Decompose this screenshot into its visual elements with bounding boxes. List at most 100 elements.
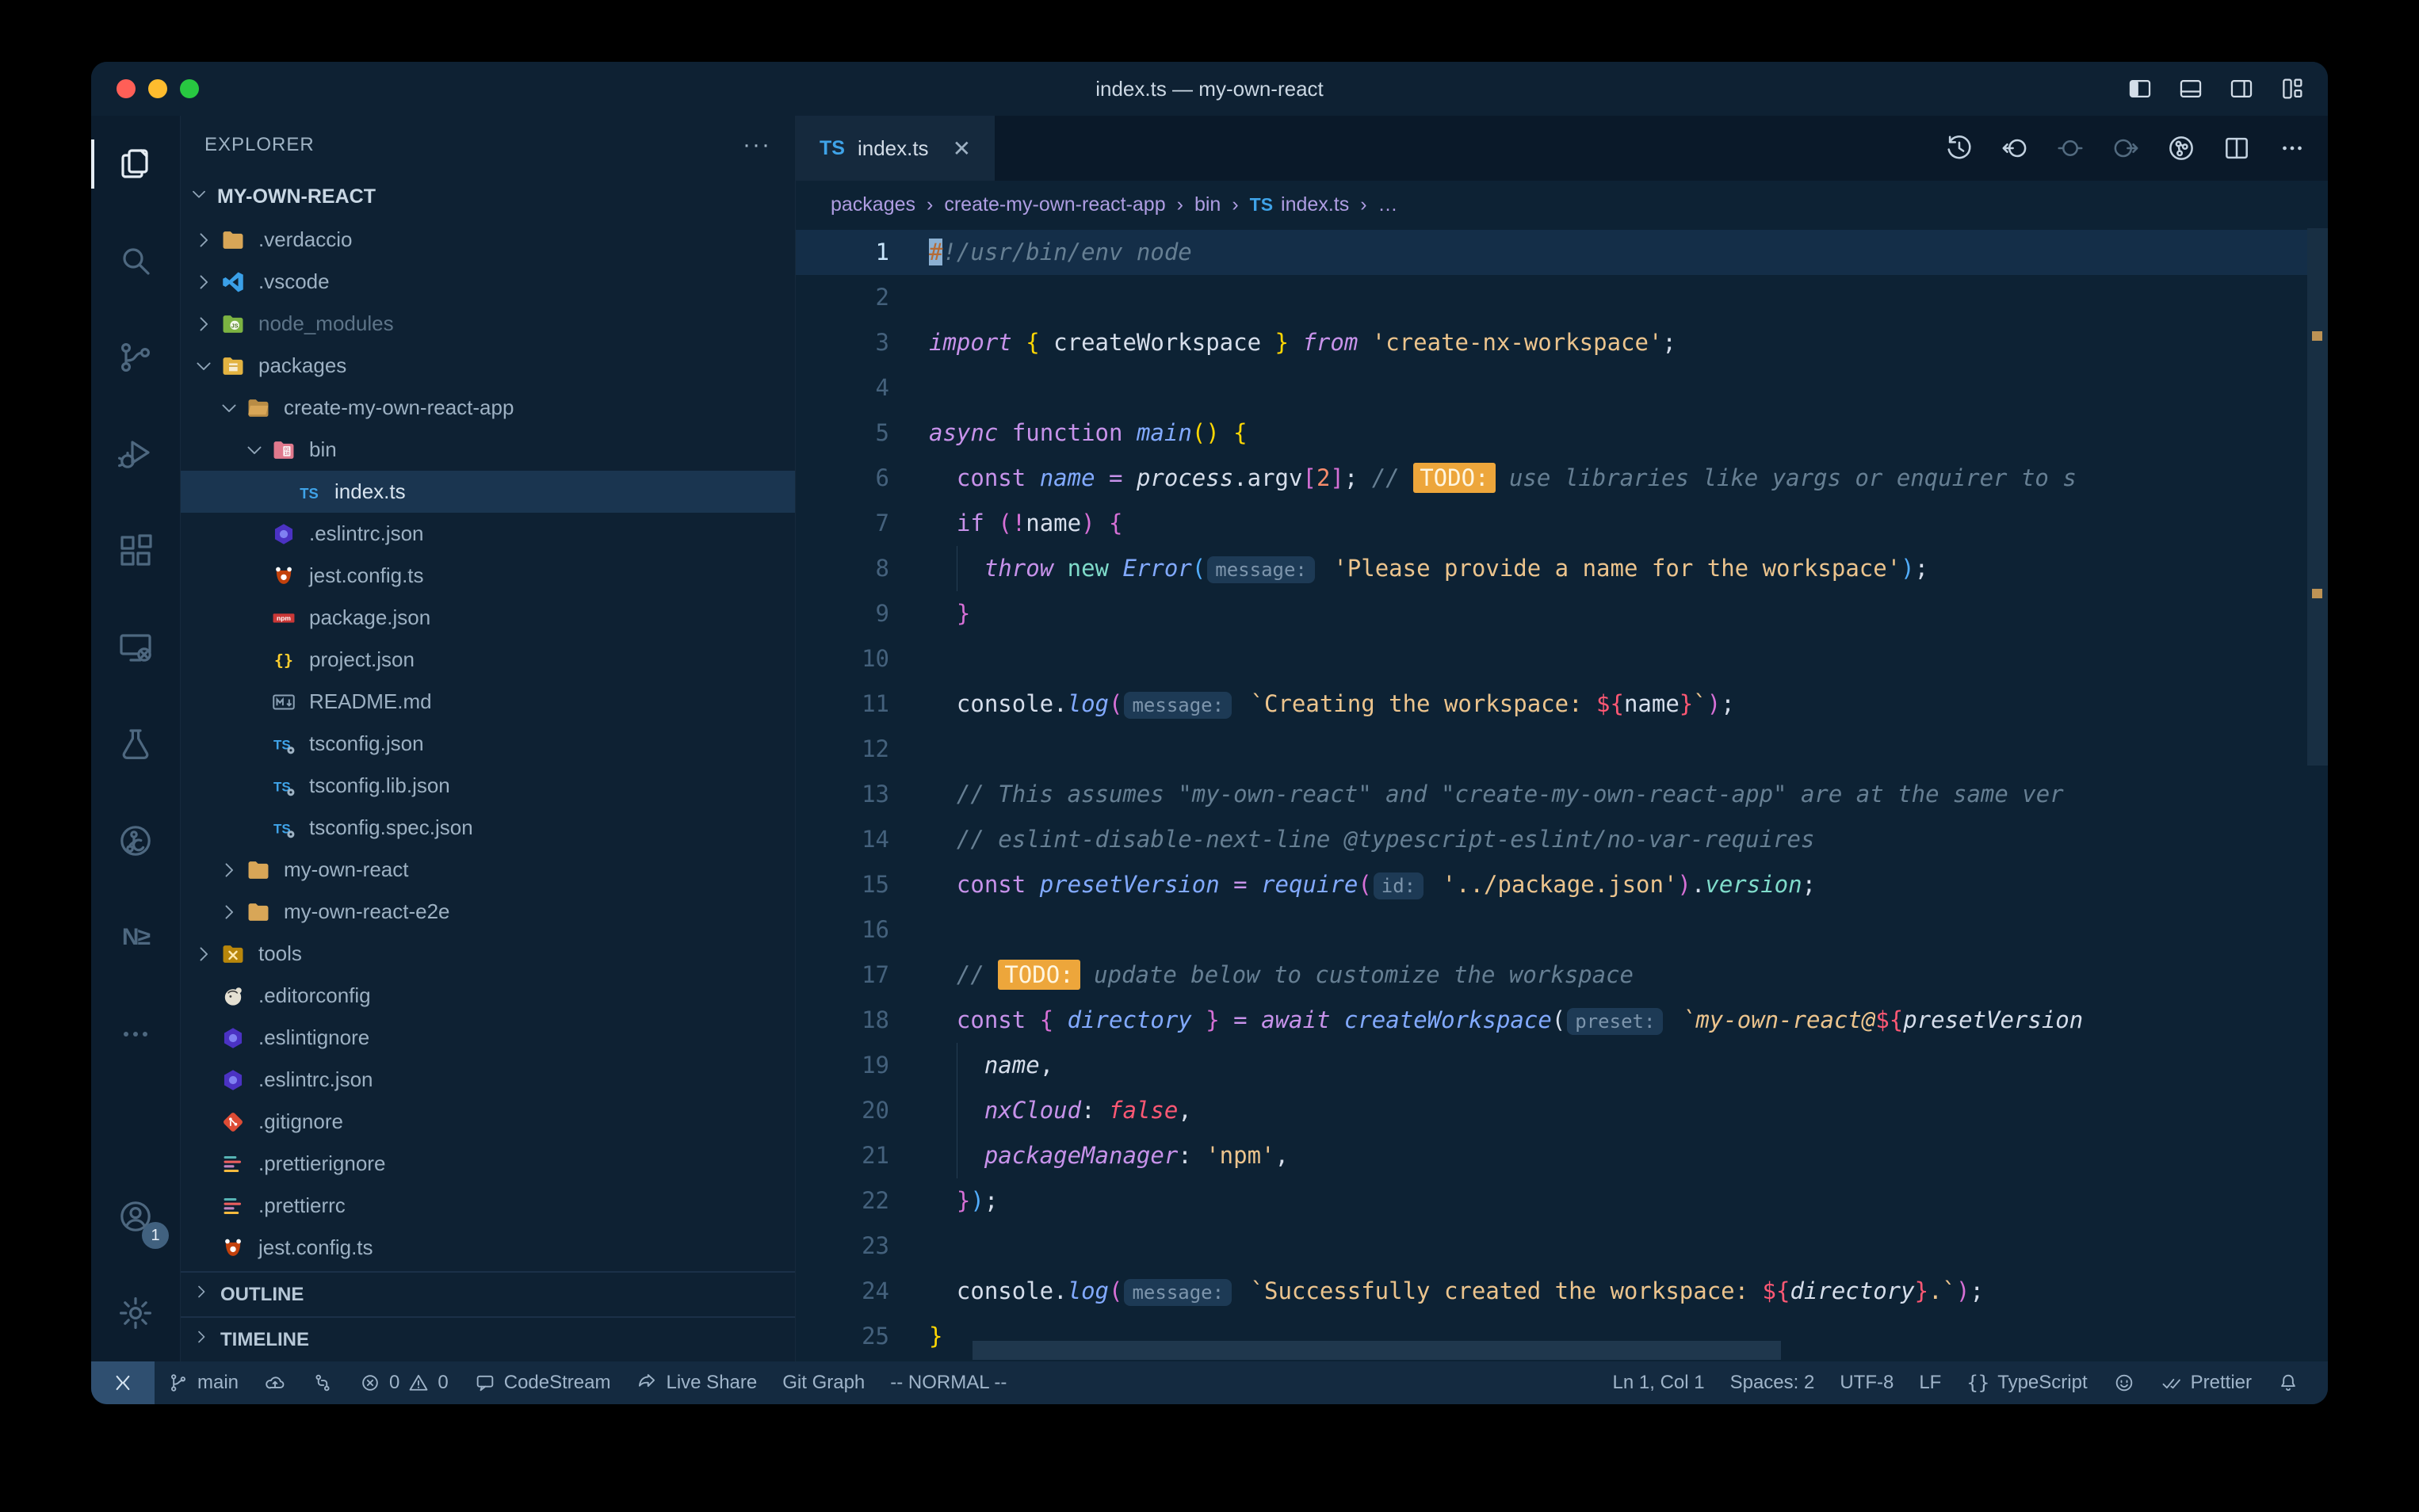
code-line-7[interactable]: 7 if (!name) { [796,501,2307,546]
extensions-icon[interactable] [91,502,180,599]
code-line-23[interactable]: 23 [796,1224,2307,1269]
problems-status[interactable]: 00 [359,1372,449,1394]
tree-item--prettierrc[interactable]: .prettierrc [181,1185,795,1227]
sidebar-section-timeline[interactable]: TIMELINE [181,1316,795,1361]
tree-item--eslintrc-json[interactable]: .eslintrc.json [181,513,795,555]
tree-item-tsconfig-lib-json[interactable]: TStsconfig.lib.json [181,765,795,807]
code-line-18[interactable]: 18 const { directory } = await createWor… [796,998,2307,1043]
close-tab-icon[interactable]: ✕ [953,136,971,162]
chevron-down-icon[interactable] [189,355,219,377]
vertical-scrollbar[interactable] [2307,228,2328,766]
code-line-22[interactable]: 22 }); [796,1178,2307,1224]
code-line-10[interactable]: 10 [796,636,2307,682]
tree-item--gitignore[interactable]: .gitignore [181,1101,795,1143]
customize-layout-icon[interactable] [2279,75,2306,102]
tree-item--vscode[interactable]: .vscode [181,261,795,303]
code-line-3[interactable]: 3import { createWorkspace } from 'create… [796,320,2307,365]
code-line-17[interactable]: 17 // TODO: update below to customize th… [796,953,2307,998]
accounts-icon[interactable]: 1 [91,1168,180,1265]
explorer-more-actions-icon[interactable]: ··· [743,132,771,158]
breadcrumb-item[interactable]: bin [1194,193,1221,216]
code-line-15[interactable]: 15 const presetVersion = require(id: '..… [796,862,2307,907]
tree-item-my-own-react[interactable]: my-own-react [181,849,795,891]
chevron-right-icon[interactable] [214,859,244,881]
tree-item-my-own-react-e2e[interactable]: my-own-react-e2e [181,891,795,933]
close-window-button[interactable] [117,79,136,98]
workspace-section-header[interactable]: MY-OWN-REACT [181,174,795,219]
prettier-status[interactable]: Prettier [2161,1372,2252,1394]
code-line-11[interactable]: 11 console.log(message: `Creating the wo… [796,682,2307,727]
code-line-13[interactable]: 13 // This assumes "my-own-react" and "c… [796,772,2307,817]
breadcrumb-item[interactable]: create-my-own-react-app [944,193,1165,216]
tree-item-node-modules[interactable]: JSnode_modules [181,303,795,345]
code-line-24[interactable]: 24 console.log(message: `Successfully cr… [796,1269,2307,1314]
language-status[interactable]: {}TypeScript [1966,1372,2087,1394]
remote-indicator[interactable] [91,1361,155,1404]
cursor-position-status[interactable]: Ln 1, Col 1 [1613,1372,1705,1394]
search-icon[interactable] [91,212,180,309]
tree-item-create-my-own-react-app[interactable]: create-my-own-react-app [181,387,795,429]
notifications-bell[interactable] [2277,1372,2299,1394]
testing-icon[interactable] [91,696,180,792]
nav-forward-icon[interactable] [2111,133,2141,163]
tree-item-project-json[interactable]: {}project.json [181,639,795,681]
zoom-window-button[interactable] [180,79,199,98]
chevron-right-icon[interactable] [189,271,219,293]
timeline-history-icon[interactable] [1944,133,1974,163]
sync-status[interactable] [311,1372,334,1394]
nav-back-icon[interactable] [2000,133,2030,163]
minimize-window-button[interactable] [148,79,167,98]
toggle-secondary-sidebar-icon[interactable] [2228,75,2255,102]
tree-item--editorconfig[interactable]: .editorconfig [181,975,795,1017]
more-views-icon[interactable] [91,986,180,1082]
tree-item-tsconfig-spec-json[interactable]: TStsconfig.spec.json [181,807,795,849]
publish-status[interactable] [264,1372,286,1394]
chevron-down-icon[interactable] [214,397,244,419]
tab-index-ts[interactable]: TS index.ts ✕ [796,116,995,181]
feedback-smiley-status[interactable] [2113,1372,2135,1394]
source-control-icon[interactable] [91,309,180,406]
toggle-sidebar-icon[interactable] [2127,75,2153,102]
tree-item-readme-md[interactable]: README.md [181,681,795,723]
code-line-12[interactable]: 12 [796,727,2307,772]
live-share-status[interactable]: Live Share [636,1372,757,1394]
code-line-1[interactable]: 1#!/usr/bin/env node [796,230,2307,275]
code-line-4[interactable]: 4 [796,365,2307,410]
code-editor[interactable]: 1#!/usr/bin/env node23import { createWor… [796,228,2328,1361]
breadcrumb-item[interactable]: packages [831,193,915,216]
tree-item-tsconfig-json[interactable]: TStsconfig.json [181,723,795,765]
tree-item-jest-config-ts[interactable]: jest.config.ts [181,555,795,597]
split-editor-icon[interactable] [2222,133,2252,163]
tree-item-packages[interactable]: packages [181,345,795,387]
codestream-status[interactable]: CodeStream [474,1372,611,1394]
code-line-21[interactable]: 21 packageManager: 'npm', [796,1133,2307,1178]
tree-item-tools[interactable]: tools [181,933,795,975]
horizontal-scrollbar[interactable] [973,1341,1781,1360]
tree-item-bin[interactable]: 0110bin [181,429,795,471]
code-line-5[interactable]: 5async function main() { [796,410,2307,456]
chevron-down-icon[interactable] [239,439,269,461]
code-line-9[interactable]: 9 } [796,591,2307,636]
chevron-right-icon[interactable] [189,943,219,965]
code-line-20[interactable]: 20 nxCloud: false, [796,1088,2307,1133]
code-line-2[interactable]: 2 [796,275,2307,320]
tree-item-jest-config-ts[interactable]: jest.config.ts [181,1227,795,1269]
breadcrumb-item[interactable]: … [1378,193,1398,216]
git-branch-status[interactable]: main [167,1372,239,1394]
more-actions-icon[interactable] [2277,133,2307,163]
nav-location-icon[interactable] [2055,133,2085,163]
chevron-right-icon[interactable] [189,229,219,251]
indentation-status[interactable]: Spaces: 2 [1730,1372,1815,1394]
chevron-right-icon[interactable] [214,901,244,923]
sidebar-section-outline[interactable]: OUTLINE [181,1271,795,1316]
settings-gear-icon[interactable] [91,1265,180,1361]
git-graph-icon[interactable] [2166,133,2196,163]
titlebar[interactable]: index.ts — my-own-react [91,62,2328,116]
git-graph-status[interactable]: Git Graph [782,1372,865,1394]
chevron-right-icon[interactable] [189,313,219,335]
gitlens-icon[interactable] [91,792,180,889]
breadcrumb-item[interactable]: TSindex.ts [1250,193,1350,216]
code-line-19[interactable]: 19 name, [796,1043,2307,1088]
encoding-status[interactable]: UTF-8 [1840,1372,1894,1394]
vim-mode-status[interactable]: -- NORMAL -- [890,1372,1007,1394]
